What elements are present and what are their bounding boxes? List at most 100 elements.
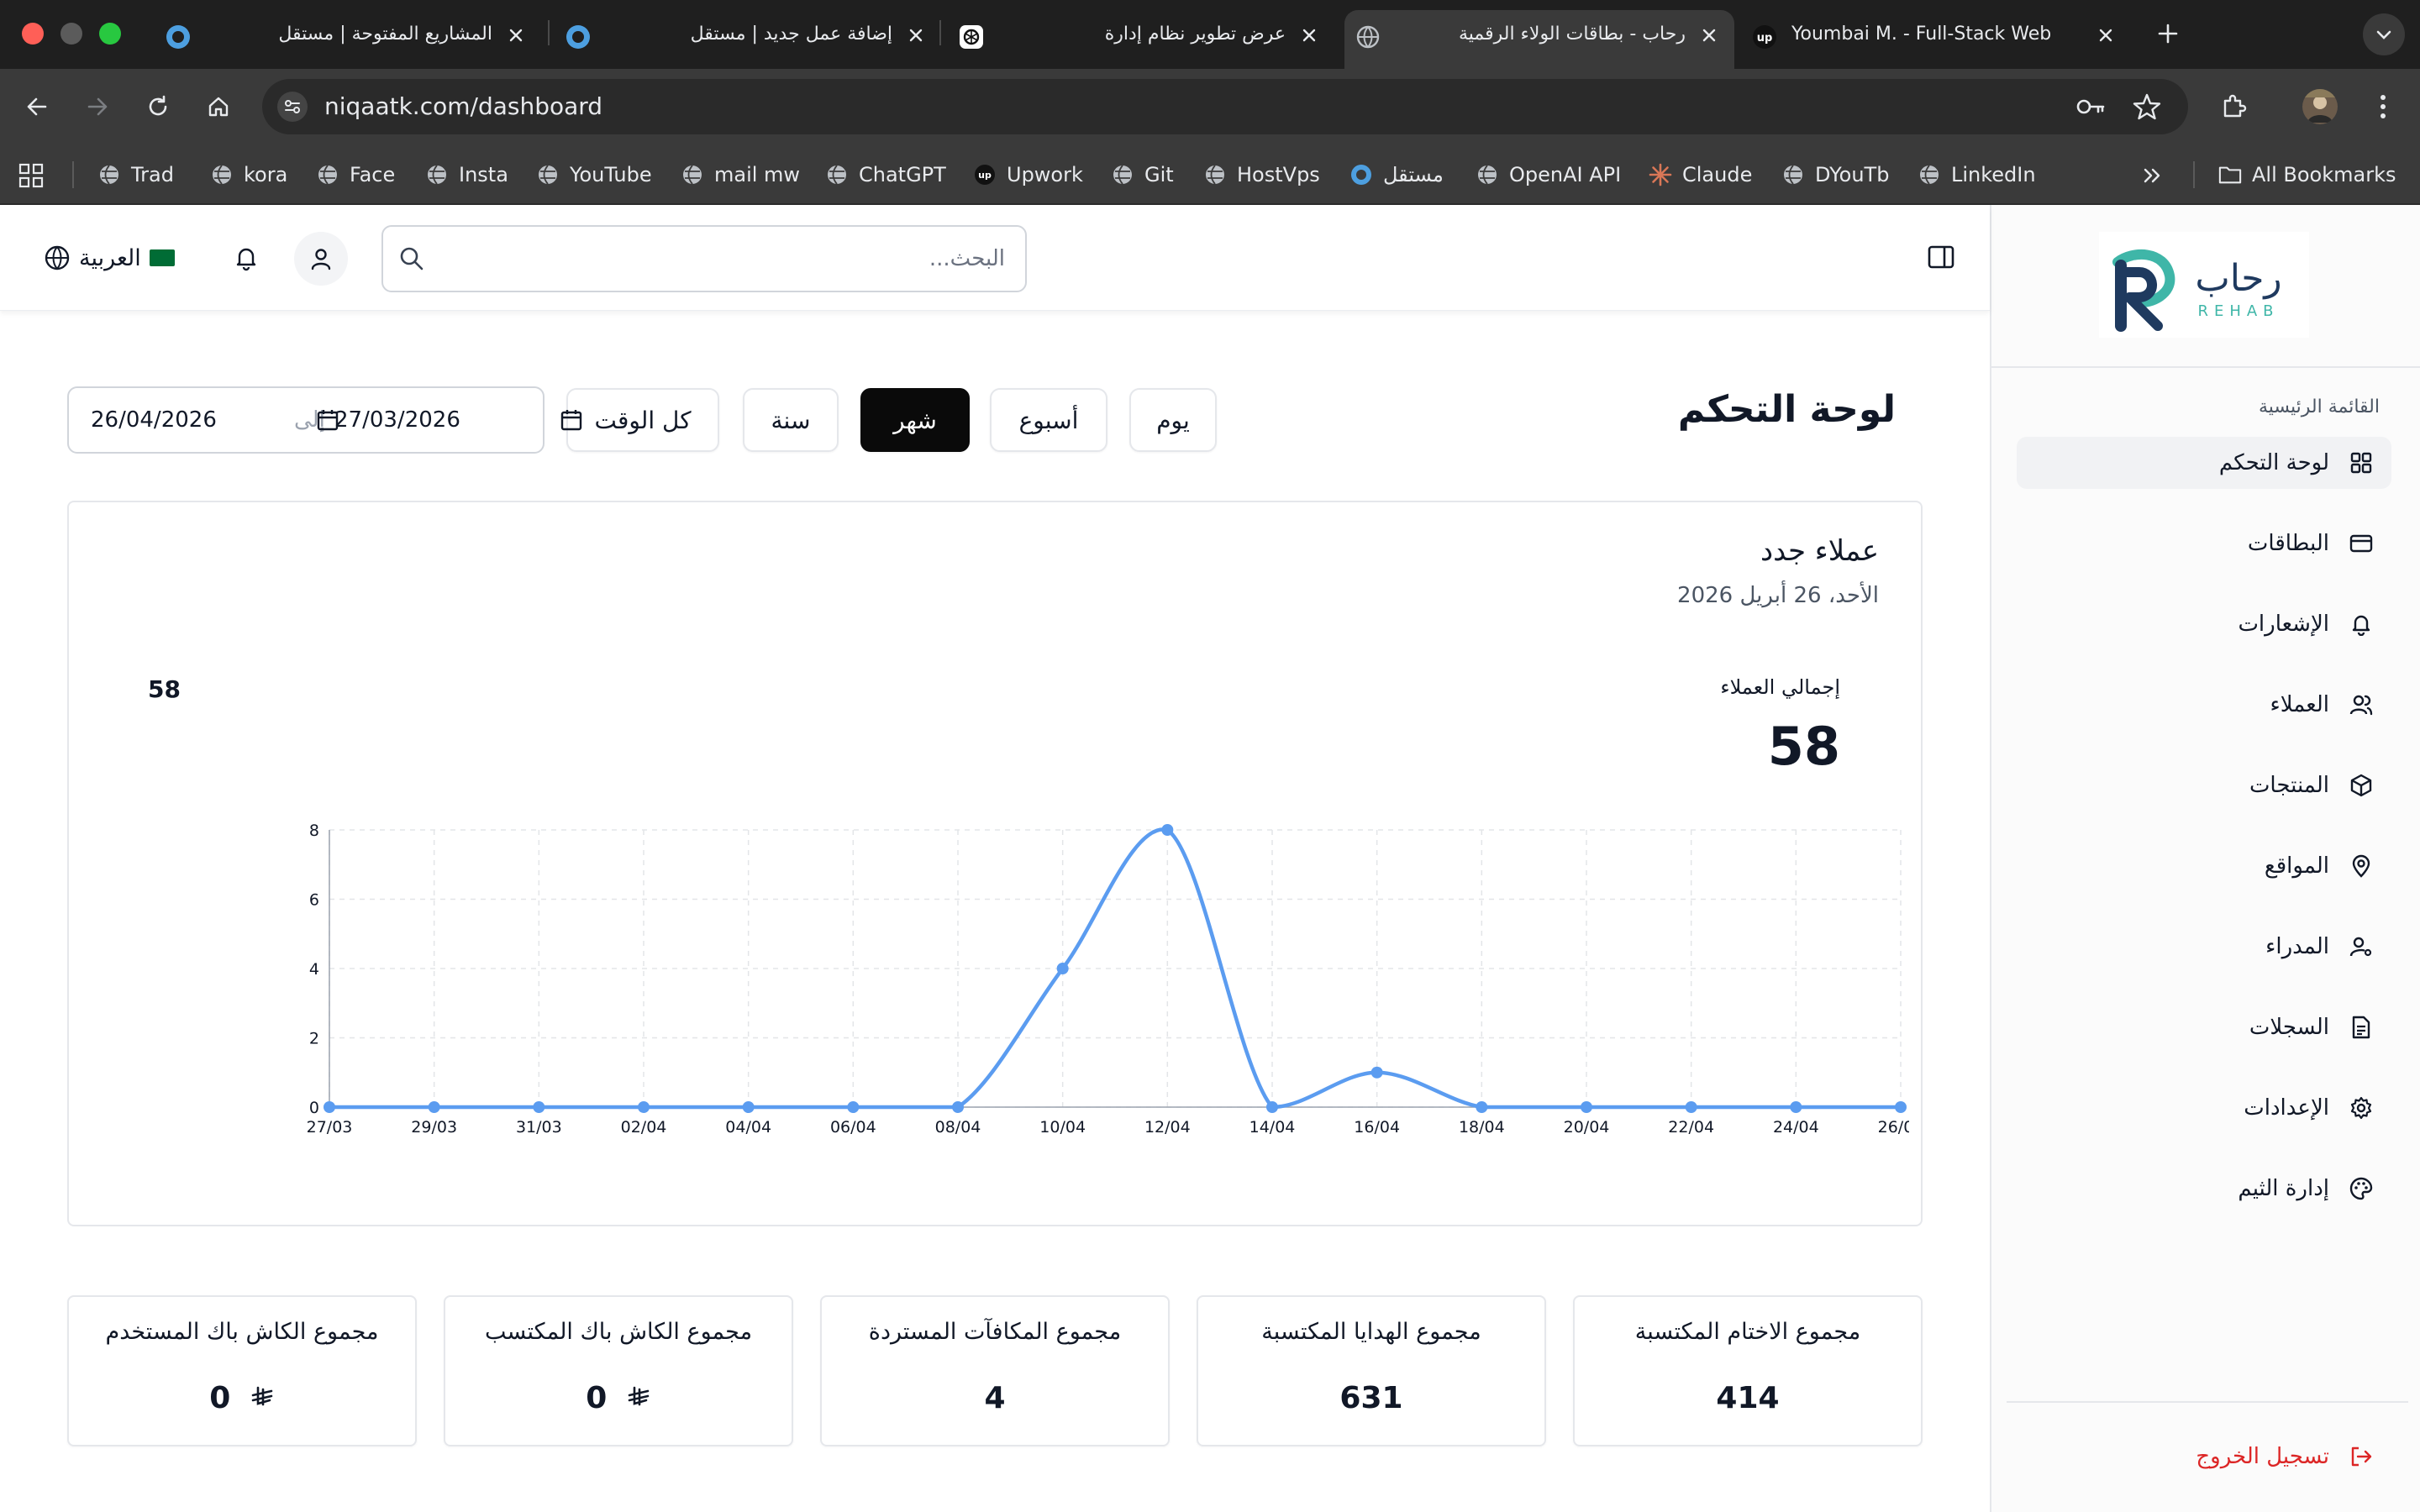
arrow-left-icon bbox=[27, 97, 47, 116]
tab-title: المشاريع المفتوحة | مستقل bbox=[278, 24, 492, 45]
sidebar-item-cards[interactable]: البطاقات bbox=[2017, 517, 2391, 570]
forward-button[interactable] bbox=[79, 88, 116, 125]
bell-icon bbox=[236, 248, 256, 271]
total-customers-value-secondary: 58 bbox=[148, 675, 181, 703]
browser-menu-button[interactable] bbox=[2365, 88, 2402, 125]
sidebar-item-locations[interactable]: المواقع bbox=[2017, 840, 2391, 892]
stat-card-stamps: مجموع الاختام المكتسبة 414 bbox=[1573, 1295, 1923, 1446]
rehab-logo[interactable]: رحاب REHAB bbox=[2099, 232, 2309, 338]
user-menu-button[interactable] bbox=[294, 232, 348, 286]
chart-point bbox=[1161, 824, 1174, 836]
bookmark-chatgpt[interactable]: ChatGPT bbox=[825, 158, 946, 192]
stat-value: 631 bbox=[1339, 1381, 1403, 1415]
mostaql-icon bbox=[565, 24, 592, 50]
period-month-button[interactable]: شهر bbox=[860, 388, 970, 452]
bookmark-mail-mw[interactable]: mail mw bbox=[681, 158, 800, 192]
sidebar-item-customers[interactable]: العملاء bbox=[2017, 679, 2391, 731]
window-minimize-button[interactable] bbox=[60, 23, 82, 45]
tab-close-icon[interactable] bbox=[504, 24, 528, 47]
sidebar-item-settings[interactable]: الإعدادات bbox=[2017, 1082, 2391, 1134]
bookmark-mostaql[interactable]: مستقل bbox=[1349, 158, 1444, 192]
bookmarks-overflow-button[interactable] bbox=[2139, 163, 2165, 188]
calendar-icon[interactable] bbox=[560, 408, 583, 432]
bookmark-face[interactable]: Face bbox=[316, 158, 395, 192]
date-from-field[interactable]: 27/03/2026 bbox=[334, 388, 460, 452]
notifications-button[interactable] bbox=[229, 240, 264, 276]
browser-tab-strip: المشاريع المفتوحة | مستقل إضافة عمل جديد… bbox=[0, 0, 2420, 69]
stat-value: 0 bbox=[586, 1381, 608, 1415]
tab-close-icon[interactable] bbox=[904, 24, 928, 47]
logout-button[interactable]: تسجيل الخروج bbox=[2017, 1436, 2391, 1477]
total-customers-label: إجمالي العملاء bbox=[1720, 675, 1840, 699]
globe-icon bbox=[1203, 163, 1227, 186]
bookmark-label: YouTube bbox=[570, 163, 652, 186]
bookmark-linkedin[interactable]: LinkedIn bbox=[1918, 158, 2036, 192]
users-icon bbox=[2349, 693, 2373, 717]
bookmark-openai-api[interactable]: OpenAI API bbox=[1476, 158, 1621, 192]
bookmark-claude[interactable]: Claude bbox=[1649, 158, 1752, 192]
window-maximize-button[interactable] bbox=[99, 23, 121, 45]
bookmark-label: Insta bbox=[459, 163, 508, 186]
bookmark-dyoutb[interactable]: DYouTb bbox=[1781, 158, 1889, 192]
globe-icon bbox=[825, 163, 849, 186]
browser-tab[interactable]: عرض تطوير نظام إدارة bbox=[948, 10, 1334, 69]
claude-icon bbox=[1649, 163, 1672, 186]
extensions-button[interactable] bbox=[2215, 88, 2252, 125]
sidebar-item-products[interactable]: المنتجات bbox=[2017, 759, 2391, 811]
tab-close-icon[interactable] bbox=[2094, 24, 2118, 47]
tab-separator bbox=[548, 20, 550, 45]
browser-tab[interactable]: up Youmbai M. - Full-Stack Web bbox=[1741, 10, 2131, 69]
period-all-time-button[interactable]: كل الوقت bbox=[566, 388, 719, 452]
chart-x-tick-label: 29/03 bbox=[411, 1118, 457, 1137]
chart-x-tick-label: 18/04 bbox=[1459, 1118, 1505, 1137]
site-settings-icon[interactable] bbox=[277, 92, 308, 122]
password-key-icon[interactable] bbox=[2075, 93, 2106, 120]
search-input[interactable] bbox=[434, 227, 1013, 291]
tab-close-icon[interactable] bbox=[1697, 24, 1721, 47]
sidebar-item-notifications[interactable]: الإشعارات bbox=[2017, 598, 2391, 650]
sidebar-item-managers[interactable]: المدراء bbox=[2017, 921, 2391, 973]
period-week-button[interactable]: أسبوع bbox=[990, 388, 1107, 452]
sidebar-toggle-button[interactable] bbox=[1926, 242, 1956, 272]
bookmark-star-icon[interactable] bbox=[2133, 92, 2161, 121]
window-close-button[interactable] bbox=[22, 23, 44, 45]
apps-grid-icon[interactable] bbox=[18, 163, 44, 188]
avatar[interactable] bbox=[2302, 89, 2338, 124]
all-bookmarks-button[interactable]: All Bookmarks bbox=[2218, 158, 2396, 192]
sidebar-item-dashboard[interactable]: لوحة التحكم bbox=[2017, 437, 2391, 489]
tab-search-button[interactable] bbox=[2363, 13, 2405, 55]
chart-point bbox=[1685, 1101, 1697, 1113]
bookmark-kora[interactable]: kora bbox=[210, 158, 287, 192]
search-box bbox=[381, 225, 1027, 292]
bookmark-upwork[interactable]: up Upwork bbox=[973, 158, 1083, 192]
browser-tab[interactable]: إضافة عمل جديد | مستقل bbox=[555, 10, 941, 69]
url-text: niqaatk.com/dashboard bbox=[324, 92, 603, 120]
sidebar-item-logs[interactable]: السجلات bbox=[2017, 1001, 2391, 1053]
new-customers-card: عملاء جدد الأحد، 26 أبريل 2026 إجمالي ال… bbox=[67, 501, 1923, 1226]
address-bar[interactable]: niqaatk.com/dashboard bbox=[262, 79, 2188, 134]
bookmark-git[interactable]: Git bbox=[1111, 158, 1174, 192]
package-icon bbox=[2349, 774, 2373, 797]
period-year-button[interactable]: سنة bbox=[743, 388, 839, 452]
reload-button[interactable] bbox=[139, 88, 176, 125]
bookmark-trad[interactable]: Trad bbox=[97, 158, 174, 192]
language-switcher[interactable]: العربية bbox=[44, 239, 175, 277]
bookmark-label: Trad bbox=[131, 163, 174, 186]
bookmark-youtube[interactable]: YouTube bbox=[536, 158, 652, 192]
chart-point bbox=[1370, 1066, 1383, 1079]
bookmark-insta[interactable]: Insta bbox=[425, 158, 508, 192]
period-day-button[interactable]: يوم bbox=[1129, 388, 1217, 452]
browser-tab-active[interactable]: رحاب - بطاقات الولاء الرقمية bbox=[1344, 10, 1734, 69]
riyal-icon bbox=[628, 1386, 650, 1406]
date-to-field[interactable]: 26/04/2026 bbox=[91, 388, 217, 452]
sidebar-item-theme[interactable]: إدارة الثيم bbox=[2017, 1163, 2391, 1215]
home-button[interactable] bbox=[200, 88, 237, 125]
bookmark-hostvps[interactable]: HostVps bbox=[1203, 158, 1320, 192]
new-tab-button[interactable] bbox=[2153, 18, 2183, 49]
tab-close-icon[interactable] bbox=[1297, 24, 1321, 47]
back-button[interactable] bbox=[18, 88, 55, 125]
calendar-icon[interactable] bbox=[316, 408, 339, 432]
chart-point bbox=[1895, 1101, 1907, 1113]
browser-tab[interactable]: المشاريع المفتوحة | مستقل bbox=[155, 10, 541, 69]
user-icon bbox=[311, 249, 331, 270]
